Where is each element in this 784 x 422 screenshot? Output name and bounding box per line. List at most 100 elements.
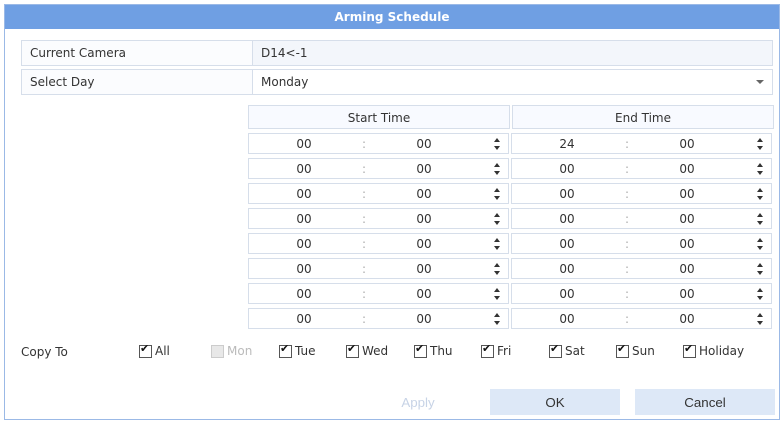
checkbox-icon[interactable] — [481, 342, 494, 358]
start-hour[interactable]: 00 — [249, 287, 359, 301]
start-minute[interactable]: 00 — [369, 212, 479, 226]
spinner-icon[interactable] — [494, 136, 502, 152]
spinner-icon[interactable] — [757, 236, 765, 252]
spinner-icon[interactable] — [494, 186, 502, 202]
end-minute[interactable]: 00 — [632, 312, 742, 326]
checkbox-icon[interactable] — [346, 342, 359, 358]
select-day-dropdown[interactable]: Monday — [253, 70, 772, 94]
spinner-icon[interactable] — [494, 261, 502, 277]
end-time-field[interactable]: 00:00 — [511, 233, 772, 254]
spinner-icon[interactable] — [757, 186, 765, 202]
end-hour[interactable]: 00 — [512, 212, 622, 226]
start-hour[interactable]: 00 — [249, 162, 359, 176]
start-minute[interactable]: 00 — [369, 312, 479, 326]
chevron-down-icon[interactable] — [756, 80, 764, 84]
spinner-icon[interactable] — [757, 161, 765, 177]
start-minute[interactable]: 00 — [369, 137, 479, 151]
end-minute[interactable]: 00 — [632, 212, 742, 226]
end-time-field[interactable]: 00:00 — [511, 208, 772, 229]
copy-to-checkbox-thu[interactable]: Thu — [414, 342, 453, 358]
end-minute[interactable]: 00 — [632, 262, 742, 276]
schedule-header: Start Time End Time — [248, 105, 774, 129]
start-time-field[interactable]: 00:00 — [248, 283, 509, 304]
start-minute[interactable]: 00 — [369, 262, 479, 276]
end-time-field[interactable]: 00:00 — [511, 283, 772, 304]
end-hour[interactable]: 24 — [512, 137, 622, 151]
end-hour[interactable]: 00 — [512, 237, 622, 251]
checkbox-label: Mon — [227, 344, 253, 358]
end-minute[interactable]: 00 — [632, 187, 742, 201]
start-hour[interactable]: 00 — [249, 137, 359, 151]
copy-to-checkbox-holiday[interactable]: Holiday — [683, 342, 745, 358]
time-separator: : — [624, 286, 630, 301]
checkbox-icon[interactable] — [549, 342, 562, 358]
end-time-field[interactable]: 00:00 — [511, 308, 772, 329]
end-time-field[interactable]: 24:00 — [511, 133, 772, 154]
start-time-field[interactable]: 00:00 — [248, 233, 509, 254]
start-minute[interactable]: 00 — [369, 162, 479, 176]
copy-to-checkbox-tue[interactable]: Tue — [279, 342, 316, 358]
start-hour[interactable]: 00 — [249, 237, 359, 251]
start-hour[interactable]: 00 — [249, 187, 359, 201]
end-time-field[interactable]: 00:00 — [511, 158, 772, 179]
copy-to-checkbox-sat[interactable]: Sat — [549, 342, 585, 358]
checkbox-label: Sun — [632, 344, 655, 358]
end-hour[interactable]: 00 — [512, 287, 622, 301]
copy-to-checkbox-wed[interactable]: Wed — [346, 342, 388, 358]
spinner-icon[interactable] — [757, 211, 765, 227]
spinner-icon[interactable] — [757, 286, 765, 302]
end-time-field[interactable]: 00:00 — [511, 258, 772, 279]
select-day-row: Select Day Monday — [21, 69, 773, 95]
cancel-button[interactable]: Cancel — [635, 389, 775, 415]
schedule-row: 00:00 00:00 — [248, 208, 774, 229]
checkbox-icon[interactable] — [616, 342, 629, 358]
spinner-icon[interactable] — [494, 286, 502, 302]
select-day-value: Monday — [261, 75, 309, 89]
start-minute[interactable]: 00 — [369, 237, 479, 251]
checkbox-icon[interactable] — [683, 342, 696, 358]
copy-to-checkbox-fri[interactable]: Fri — [481, 342, 511, 358]
spinner-icon[interactable] — [494, 236, 502, 252]
end-hour[interactable]: 00 — [512, 187, 622, 201]
apply-button[interactable]: Apply — [353, 389, 483, 415]
start-minute[interactable]: 00 — [369, 287, 479, 301]
start-time-field[interactable]: 00:00 — [248, 183, 509, 204]
start-time-field[interactable]: 00:00 — [248, 158, 509, 179]
start-time-field[interactable]: 00:00 — [248, 258, 509, 279]
start-time-field[interactable]: 00:00 — [248, 308, 509, 329]
checkbox-icon[interactable] — [414, 342, 427, 358]
checkbox-icon[interactable] — [139, 342, 152, 358]
start-time-field[interactable]: 00:00 — [248, 208, 509, 229]
spinner-icon[interactable] — [757, 136, 765, 152]
time-separator: : — [361, 236, 367, 251]
time-separator: : — [361, 161, 367, 176]
checkbox-icon[interactable] — [279, 342, 292, 358]
schedule-row: 00:00 00:00 — [248, 258, 774, 279]
time-separator: : — [361, 311, 367, 326]
start-time-field[interactable]: 00:00 — [248, 133, 509, 154]
ok-button[interactable]: OK — [490, 389, 620, 415]
time-separator: : — [624, 261, 630, 276]
checkbox-label: Holiday — [699, 344, 745, 358]
end-hour[interactable]: 00 — [512, 312, 622, 326]
start-hour[interactable]: 00 — [249, 262, 359, 276]
start-hour[interactable]: 00 — [249, 212, 359, 226]
spinner-icon[interactable] — [494, 211, 502, 227]
end-hour[interactable]: 00 — [512, 262, 622, 276]
spinner-icon[interactable] — [494, 161, 502, 177]
end-minute[interactable]: 00 — [632, 237, 742, 251]
copy-to-checkbox-sun[interactable]: Sun — [616, 342, 655, 358]
end-minute[interactable]: 00 — [632, 287, 742, 301]
time-separator: : — [624, 236, 630, 251]
end-minute[interactable]: 00 — [632, 137, 742, 151]
spinner-icon[interactable] — [494, 311, 502, 327]
spinner-icon[interactable] — [757, 311, 765, 327]
end-hour[interactable]: 00 — [512, 162, 622, 176]
end-time-field[interactable]: 00:00 — [511, 183, 772, 204]
time-separator: : — [361, 261, 367, 276]
start-hour[interactable]: 00 — [249, 312, 359, 326]
start-minute[interactable]: 00 — [369, 187, 479, 201]
copy-to-checkbox-all[interactable]: All — [139, 342, 170, 358]
end-minute[interactable]: 00 — [632, 162, 742, 176]
spinner-icon[interactable] — [757, 261, 765, 277]
